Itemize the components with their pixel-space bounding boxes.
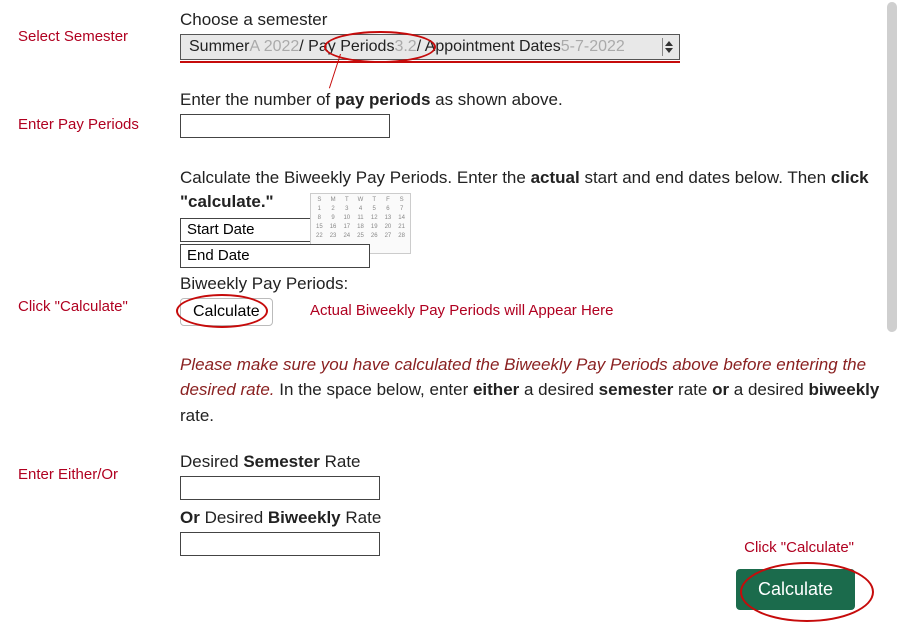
calculate-big-button[interactable]: Calculate: [736, 569, 855, 610]
biweekly-result-label: Biweekly Pay Periods:: [180, 274, 880, 294]
ann-appear-here: Actual Biweekly Pay Periods will Appear …: [310, 302, 613, 319]
warn-plain: In the space below, enter either a desir…: [180, 380, 879, 425]
enter-pay-periods-label: Enter the number of pay periods as shown…: [180, 90, 880, 110]
enter-pay-periods-label-pre: Enter the number of: [180, 90, 335, 109]
semester-value-p5: / Appointment Dates: [417, 38, 561, 56]
semester-value-p3: / Pay Periods: [299, 38, 394, 56]
enter-pay-periods-label-bold: pay periods: [335, 90, 430, 109]
ann-enter-pay-periods: Enter Pay Periods: [18, 116, 139, 133]
calculate-small-button[interactable]: Calculate: [180, 298, 273, 326]
desired-semester-label: Desired Semester Rate: [180, 452, 880, 472]
semester-select[interactable]: Summer A 2022 / Pay Periods 3.2 / Appoin…: [180, 34, 680, 60]
choose-semester-label: Choose a semester: [180, 10, 880, 30]
semester-value-p1: Summer: [189, 38, 249, 56]
desired-biweekly-input[interactable]: [180, 532, 380, 556]
select-stepper-icon: [662, 38, 675, 56]
desired-biweekly-label: Or Desired Biweekly Rate: [180, 508, 880, 528]
enter-pay-periods-label-post: as shown above.: [430, 90, 562, 109]
desired-semester-input[interactable]: [180, 476, 380, 500]
semester-value-p6: 5-7-2022: [561, 38, 625, 56]
pay-periods-input[interactable]: [180, 114, 390, 138]
ann-select-semester: Select Semester: [18, 28, 128, 45]
ann-click-calculate-2: Click "Calculate": [744, 539, 854, 556]
biweekly-instr: Calculate the Biweekly Pay Periods. Ente…: [180, 166, 880, 214]
biweekly-instr-b1: actual: [531, 168, 580, 187]
semester-value-p2: A 2022: [249, 38, 299, 56]
biweekly-instr-pre: Calculate the Biweekly Pay Periods. Ente…: [180, 168, 531, 187]
scrollbar-thumb[interactable]: [887, 2, 897, 332]
biweekly-instr-mid: start and end dates below. Then: [580, 168, 831, 187]
form-area: Choose a semester Summer A 2022 / Pay Pe…: [180, 10, 880, 572]
ann-underline: [180, 61, 680, 63]
semester-select-wrap: Summer A 2022 / Pay Periods 3.2 / Appoin…: [180, 34, 880, 60]
semester-value-p4: 3.2: [394, 38, 416, 56]
rate-warning-paragraph: Please make sure you have calculated the…: [180, 352, 880, 429]
ann-click-calculate: Click "Calculate": [18, 298, 128, 315]
ann-enter-either-or: Enter Either/Or: [18, 466, 118, 483]
scrollbar[interactable]: [887, 2, 897, 332]
end-date-input[interactable]: [180, 244, 370, 268]
